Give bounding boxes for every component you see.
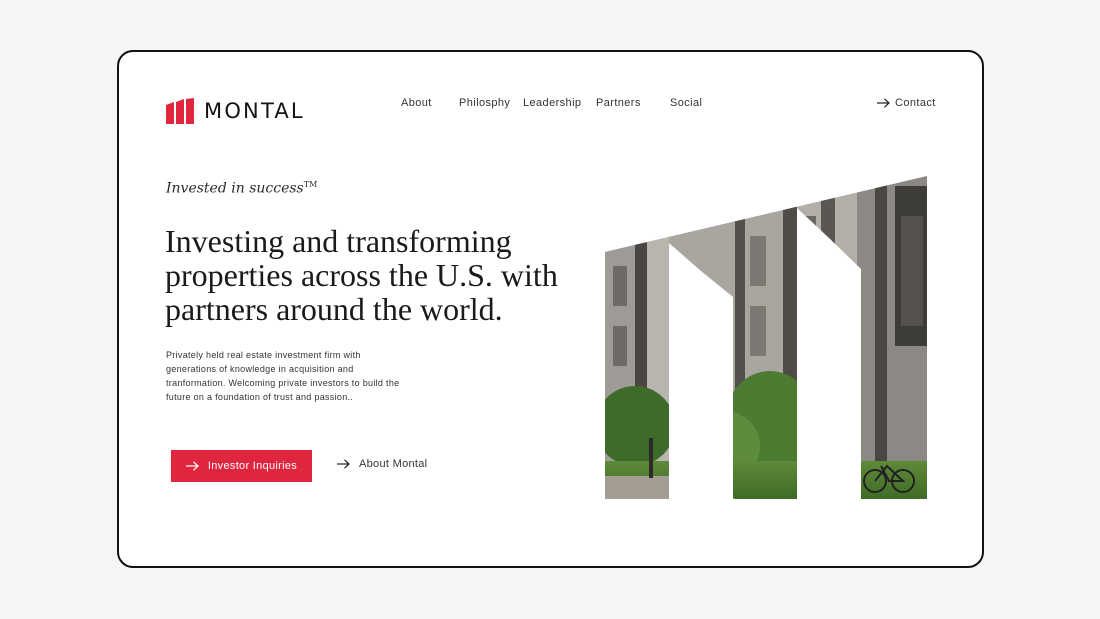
brand-name: MONTAL — [204, 99, 305, 123]
investor-inquiries-button[interactable]: Investor Inquiries — [171, 450, 312, 482]
investor-inquiries-label: Investor Inquiries — [207, 460, 298, 472]
montal-m-logo-icon — [166, 98, 194, 124]
contact-link[interactable]: Contact — [877, 97, 936, 109]
nav-item-partners[interactable]: Partners — [596, 97, 641, 109]
nav-item-philosophy[interactable]: Philosphy — [459, 97, 510, 109]
page-frame: MONTAL About Philosphy Leadership Partne… — [117, 50, 984, 568]
hero-headline: Investing and transforming properties ac… — [165, 223, 558, 327]
logo[interactable]: MONTAL — [166, 98, 305, 124]
arrow-right-icon — [337, 459, 350, 469]
hero-description: Privately held real estate investment fi… — [166, 350, 400, 402]
contact-label: Contact — [895, 97, 936, 109]
trademark-mark: TM — [303, 180, 318, 189]
nav-item-social[interactable]: Social — [670, 97, 702, 109]
nav-item-leadership[interactable]: Leadership — [523, 97, 581, 109]
tagline: Invested in successTM — [166, 180, 317, 197]
building-photo-m-shape — [605, 176, 927, 499]
arrow-right-icon — [877, 98, 890, 108]
about-montal-label: About Montal — [359, 458, 428, 470]
tagline-text: Invested in success — [166, 180, 304, 197]
arrow-right-icon — [185, 461, 199, 471]
nav-item-about[interactable]: About — [401, 97, 432, 109]
about-montal-link[interactable]: About Montal — [337, 458, 427, 470]
